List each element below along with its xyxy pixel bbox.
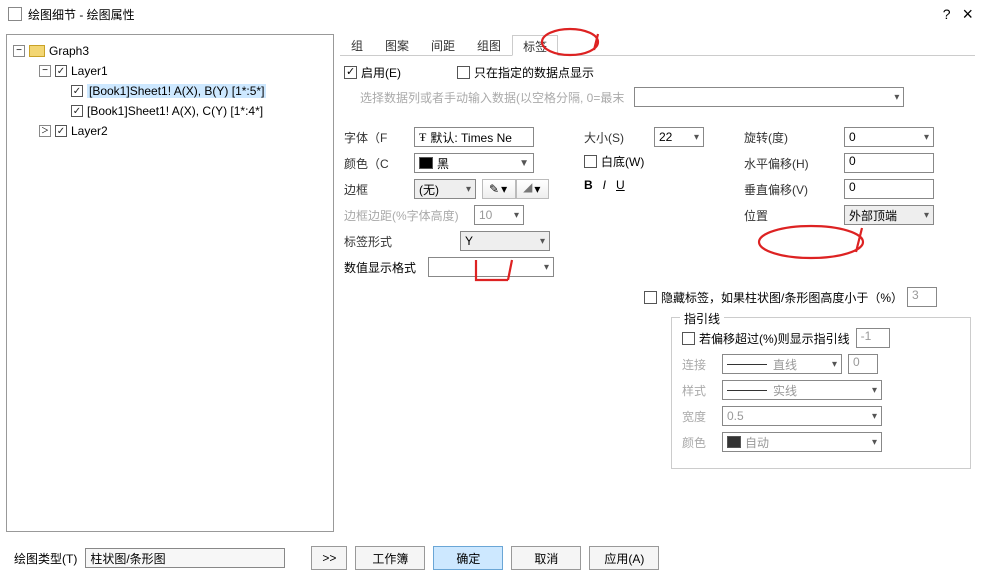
workbook-button[interactable]: 工作簿 [355, 546, 425, 570]
leader-color-label: 颜色 [682, 434, 722, 451]
window-title: 绘图细节 - 绘图属性 [28, 6, 135, 23]
border-margin-label: 边框边距(%字体高度) [344, 207, 474, 224]
underline-button[interactable]: U [616, 176, 625, 194]
tab-group[interactable]: 组 [340, 34, 374, 55]
leader-connect-label: 连接 [682, 356, 722, 373]
border-label: 边框 [344, 181, 414, 198]
plot-type-combo[interactable]: 柱状图/条形图 [85, 548, 285, 568]
color-label: 颜色（C [344, 155, 414, 172]
tree-item[interactable]: [Book1]Sheet1! A(X), C(Y) [1*:4*] [87, 104, 263, 118]
folder-icon [29, 45, 45, 57]
leader-show-label: 若偏移超过(%)则显示指引线 [699, 330, 850, 347]
hint-text: 选择数据列或者手动输入数据(以空格分隔, 0=最末 [360, 89, 624, 106]
label-form-combo[interactable]: Y▾ [460, 231, 550, 251]
color-combo[interactable]: 黑 ▼ [414, 153, 534, 173]
enable-label: 启用(E) [361, 64, 401, 81]
fill-color-split-button[interactable]: ▾ [516, 179, 549, 199]
color-swatch-icon [419, 157, 433, 169]
hoff-label: 水平偏移(H) [744, 155, 844, 172]
whitebg-checkbox[interactable] [584, 155, 597, 168]
tab-spacing[interactable]: 间距 [420, 34, 466, 55]
help-button[interactable]: ? [943, 6, 951, 22]
tab-pattern[interactable]: 图案 [374, 34, 420, 55]
checkbox-icon[interactable] [71, 105, 83, 117]
label-form-label: 标签形式 [344, 233, 414, 250]
tree-panel: − Graph3 − Layer1 [Book1]Sheet1! A(X), B… [6, 34, 334, 532]
hidelabel-label: 隐藏标签，如果柱状图/条形图高度小于（%） [661, 289, 903, 306]
hidelabel-checkbox[interactable] [644, 291, 657, 304]
checkbox-icon[interactable] [71, 85, 83, 97]
position-combo[interactable]: 外部顶端▾ [844, 205, 934, 225]
numfmt-combo[interactable]: ▾ [428, 257, 554, 277]
data-column-combo: ▾ [634, 87, 904, 107]
tab-label[interactable]: 标签 [512, 35, 558, 56]
collapse-icon[interactable]: − [39, 65, 51, 77]
leader-title: 指引线 [680, 310, 724, 327]
leader-width-label: 宽度 [682, 408, 722, 425]
font-label: 字体（F [344, 129, 414, 146]
leader-connect-n: 0 [848, 354, 878, 374]
tree-item[interactable]: [Book1]Sheet1! A(X), B(Y) [1*:5*] [87, 84, 266, 98]
leader-style-label: 样式 [682, 382, 722, 399]
expand-icon[interactable]: ＞ [39, 125, 51, 137]
bold-button[interactable]: B [584, 176, 593, 194]
apply-button[interactable]: 应用(A) [589, 546, 659, 570]
border-combo[interactable]: (无)▾ [414, 179, 476, 199]
leader-width-combo: 0.5▾ [722, 406, 882, 426]
pen-color-split-button[interactable]: ✎▾ [482, 179, 516, 199]
tree-layer[interactable]: Layer1 [71, 64, 108, 78]
close-button[interactable]: × [962, 4, 973, 25]
font-glyph-icon: Ŧ [419, 130, 426, 145]
tree-layer[interactable]: Layer2 [71, 124, 108, 138]
italic-button[interactable]: I [603, 176, 606, 194]
only-show-label: 只在指定的数据点显示 [474, 64, 594, 81]
only-show-checkbox[interactable] [457, 66, 470, 79]
numfmt-label: 数值显示格式 [344, 259, 428, 276]
leader-color-combo: 自动▾ [722, 432, 882, 452]
plot-type-label: 绘图类型(T) [14, 550, 77, 567]
bucket-icon [523, 182, 532, 196]
hoff-input[interactable]: 0 [844, 153, 934, 173]
voff-input[interactable]: 0 [844, 179, 934, 199]
app-icon [8, 7, 22, 21]
rotate-label: 旋转(度) [744, 129, 844, 146]
footer-bar: 绘图类型(T) 柱状图/条形图 >> 工作簿 确定 取消 应用(A) [0, 538, 981, 578]
leader-connect-combo: 直线▾ [722, 354, 842, 374]
checkbox-icon[interactable] [55, 125, 67, 137]
size-combo[interactable]: 22▾ [654, 127, 704, 147]
title-bar: 绘图细节 - 绘图属性 ? × [0, 0, 981, 28]
border-margin-combo: 10▾ [474, 205, 524, 225]
enable-checkbox[interactable] [344, 66, 357, 79]
line-icon [727, 390, 767, 391]
line-icon [727, 364, 767, 365]
size-label: 大小(S) [584, 129, 654, 146]
leader-show-checkbox[interactable] [682, 332, 695, 345]
position-label: 位置 [744, 207, 844, 224]
cancel-button[interactable]: 取消 [511, 546, 581, 570]
pen-icon: ✎ [489, 182, 499, 196]
color-swatch-icon [727, 436, 741, 448]
tab-bar: 组 图案 间距 组图 标签 [340, 34, 975, 56]
ok-button[interactable]: 确定 [433, 546, 503, 570]
leader-group: 指引线 若偏移超过(%)则显示指引线 -1 连接 直线▾ 0 样式 [671, 317, 971, 469]
leader-show-value: -1 [856, 328, 890, 348]
hidelabel-value: 3 [907, 287, 937, 307]
rotate-combo[interactable]: 0▾ [844, 127, 934, 147]
checkbox-icon[interactable] [55, 65, 67, 77]
leader-style-combo: 实线▾ [722, 380, 882, 400]
tree-root[interactable]: Graph3 [49, 44, 89, 58]
expand-button[interactable]: >> [311, 546, 347, 570]
font-combo[interactable]: Ŧ 默认: Times Ne [414, 127, 534, 147]
whitebg-label: 白底(W) [601, 153, 644, 170]
tab-panel[interactable]: 组图 [466, 34, 512, 55]
collapse-icon[interactable]: − [13, 45, 25, 57]
voff-label: 垂直偏移(V) [744, 181, 844, 198]
